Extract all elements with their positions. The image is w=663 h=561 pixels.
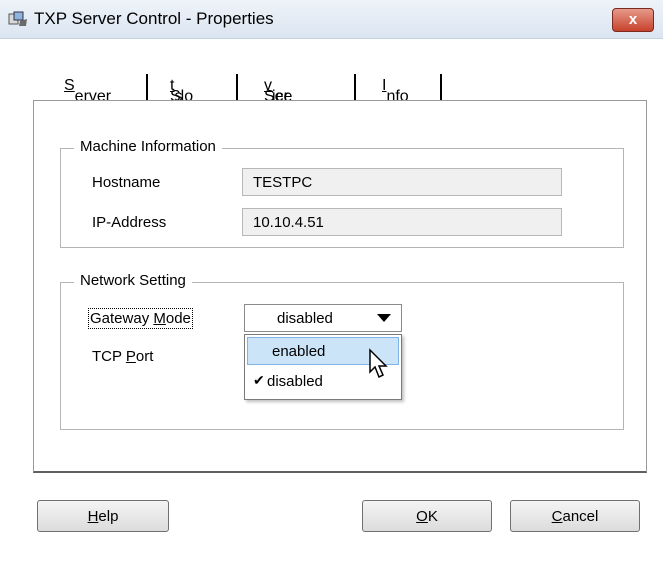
hostname-field: TESTPC [242, 168, 562, 196]
tab-divider [440, 74, 442, 100]
gateway-mode-select[interactable]: disabled [244, 304, 402, 332]
properties-dialog: TXP Server Control - Properties x Server… [0, 0, 663, 561]
ip-address-label: IP-Address [92, 214, 167, 231]
chevron-down-icon[interactable] [377, 314, 391, 322]
app-icon [8, 11, 27, 26]
tab-divider [146, 74, 148, 100]
checkmark-icon: ✔ [253, 372, 265, 388]
ok-button[interactable]: OK [362, 500, 492, 532]
tab-divider [236, 74, 238, 100]
tab-service[interactable]: Ser v ice [240, 66, 350, 105]
tab-info[interactable]: Info [358, 66, 438, 105]
gateway-mode-value: disabled [277, 310, 333, 327]
mouse-pointer-icon [369, 348, 388, 379]
network-setting-label: Network Setting [74, 272, 192, 289]
close-icon: x [628, 11, 638, 28]
tab-server[interactable]: Server [52, 66, 142, 105]
window-title: TXP Server Control - Properties [34, 9, 274, 28]
ip-address-field: 10.10.4.51 [242, 208, 562, 236]
tab-slots[interactable]: Slo t s [150, 66, 232, 105]
help-button[interactable]: Help [37, 500, 169, 532]
hostname-label: Hostname [92, 174, 161, 191]
machine-info-label: Machine Information [74, 138, 222, 155]
gateway-mode-label: Gateway Mode [88, 308, 193, 329]
title-bar: TXP Server Control - Properties x [0, 0, 663, 39]
close-button[interactable]: x [612, 8, 654, 32]
cancel-button[interactable]: Cancel [510, 500, 640, 532]
tab-divider [354, 74, 356, 100]
tcp-port-label: TCP Port [92, 348, 154, 365]
